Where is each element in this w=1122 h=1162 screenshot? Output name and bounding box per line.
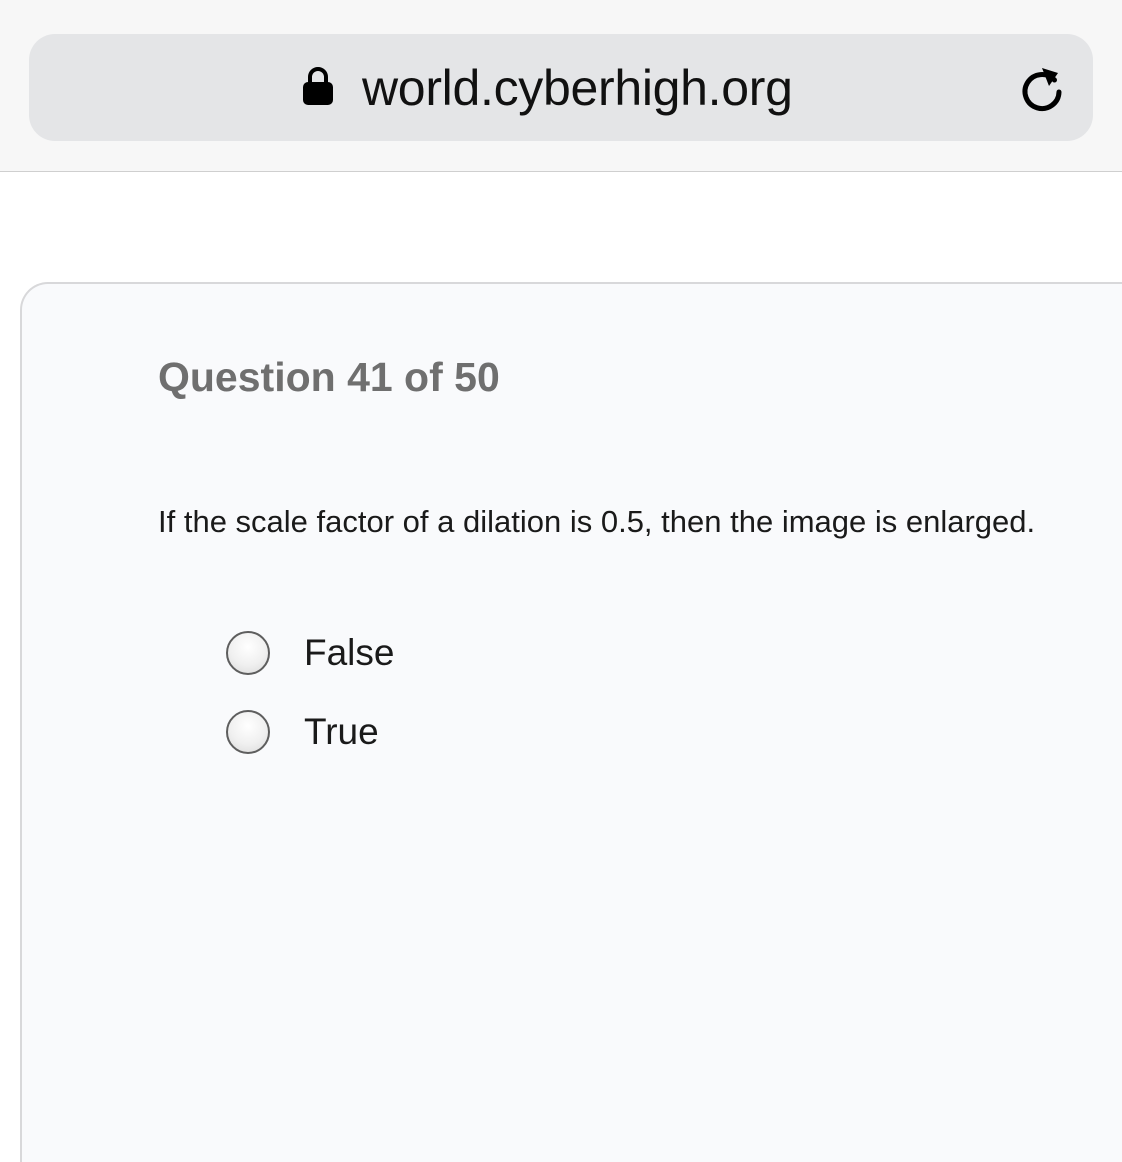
radio-button[interactable] (226, 710, 270, 754)
reload-icon[interactable] (1016, 60, 1068, 116)
browser-toolbar: world.cyberhigh.org (0, 0, 1122, 172)
answer-label: False (304, 632, 395, 673)
lock-icon (303, 67, 333, 105)
answer-label: True (304, 711, 379, 752)
question-number-heading: Question 41 of 50 (158, 354, 500, 400)
url-text[interactable]: world.cyberhigh.org (362, 58, 793, 118)
answer-option-true[interactable]: True (226, 708, 626, 756)
radio-button[interactable] (226, 631, 270, 675)
question-prompt: If the scale factor of a dilation is 0.5… (158, 504, 1036, 539)
answer-option-false[interactable]: False (226, 629, 626, 677)
